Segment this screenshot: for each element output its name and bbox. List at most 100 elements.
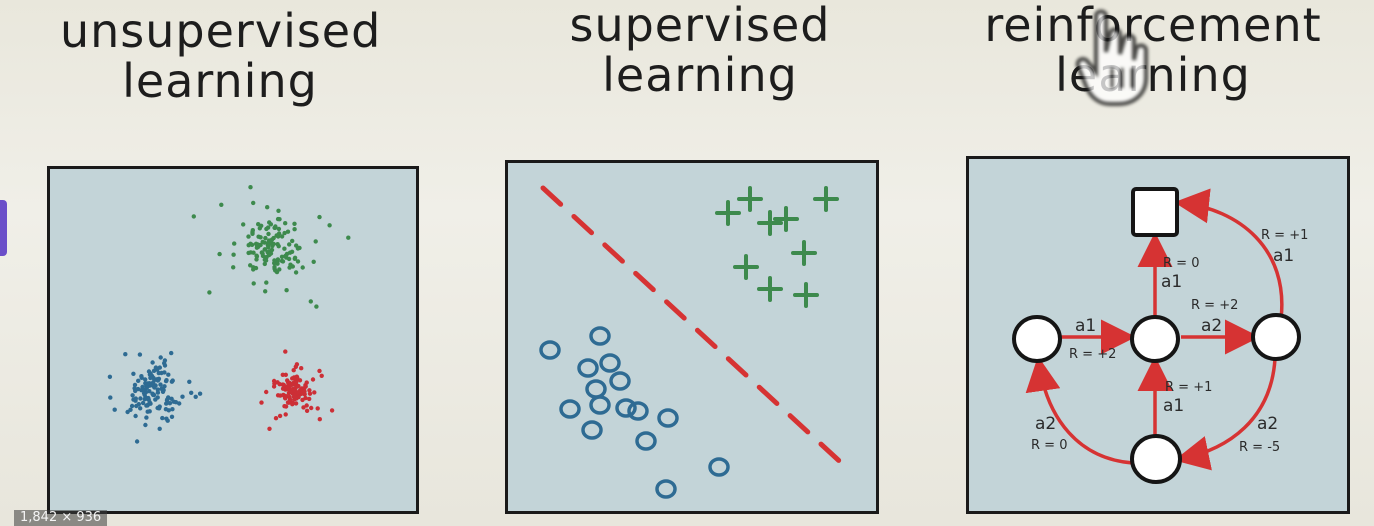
green-cluster-point	[292, 227, 297, 232]
blue-cluster-point	[141, 391, 147, 396]
plus-sample	[757, 276, 783, 302]
blue-cluster-point	[150, 360, 155, 365]
circle-sample	[615, 398, 637, 418]
plus-sample	[773, 206, 799, 232]
decision-boundary	[540, 185, 851, 472]
blue-cluster-point	[138, 406, 143, 411]
circle-sample	[708, 457, 730, 477]
blue-cluster-point	[169, 350, 174, 356]
mdp-diagram: R = +1 a1 R = 0 a1 R = +2 a2 a1 R = +2 R…	[1012, 187, 1308, 484]
green-cluster-point	[246, 234, 251, 239]
blue-cluster-point	[108, 395, 113, 400]
red-cluster-point	[291, 368, 296, 373]
blue-cluster-point	[157, 426, 162, 431]
circle-sample	[559, 399, 581, 419]
label-top-right-reward: R = +1	[1261, 228, 1308, 243]
blue-cluster-point	[138, 396, 143, 401]
red-cluster-point	[296, 383, 301, 389]
red-cluster-point	[304, 408, 310, 413]
red-cluster-point	[301, 405, 306, 410]
title-unsupervised-line2: learning	[122, 54, 318, 108]
green-cluster-point	[263, 255, 269, 261]
circle-sample	[657, 408, 679, 428]
green-cluster-point	[284, 288, 289, 293]
blue-cluster-point	[139, 375, 144, 380]
blue-cluster-point	[173, 400, 179, 405]
blue-cluster-point	[151, 380, 156, 385]
green-cluster-point	[263, 235, 268, 241]
image-size-badge: 1,842 × 936	[14, 510, 108, 526]
label-left-reward: R = +2	[1069, 347, 1116, 362]
blue-cluster-point	[133, 413, 138, 419]
blue-cluster-point	[146, 369, 152, 374]
plus-sample	[813, 186, 839, 212]
red-cluster-point	[293, 395, 298, 401]
state-right	[1251, 313, 1301, 361]
green-cluster-point	[250, 231, 255, 236]
blue-cluster-point	[187, 379, 192, 384]
red-cluster-point	[307, 391, 313, 396]
green-cluster-point	[267, 220, 272, 225]
green-cluster-point	[275, 261, 280, 266]
circle-sample	[585, 379, 607, 399]
green-cluster-point	[314, 304, 319, 309]
cluster-scatter	[107, 185, 351, 444]
blue-cluster-point	[130, 393, 135, 398]
blue-cluster-point	[123, 352, 128, 357]
supervised-panel	[505, 160, 879, 514]
blue-cluster-point	[112, 407, 117, 412]
blue-cluster-point	[137, 352, 143, 357]
red-cluster-point	[271, 384, 277, 389]
blue-cluster-point	[135, 386, 141, 392]
blue-cluster-point	[142, 397, 147, 402]
terminal-state	[1131, 187, 1179, 237]
green-cluster-point	[264, 280, 269, 285]
title-supervised: supervised learning	[560, 0, 840, 100]
green-cluster-point	[217, 251, 222, 257]
green-cluster-point	[259, 223, 264, 228]
red-cluster-point	[285, 380, 291, 385]
blue-cluster-point	[134, 439, 140, 444]
blue-cluster-point	[153, 397, 158, 402]
blue-cluster-point	[129, 403, 135, 409]
green-cluster-point	[207, 290, 212, 295]
title-unsupervised: unsupervised learning	[60, 6, 380, 106]
blue-cluster-point	[167, 401, 173, 406]
green-cluster-point	[272, 266, 277, 271]
red-cluster-point	[295, 375, 300, 380]
green-cluster-point	[279, 234, 285, 239]
red-cluster-point	[302, 389, 307, 394]
green-cluster-point	[300, 265, 305, 270]
circle-sample	[589, 395, 611, 415]
green-cluster-point	[248, 185, 253, 190]
red-cluster-point	[290, 400, 296, 405]
state-center	[1130, 315, 1180, 363]
green-cluster-point	[313, 239, 318, 244]
blue-cluster-point	[131, 371, 136, 376]
green-cluster-point	[287, 242, 292, 247]
red-cluster-point	[291, 388, 296, 393]
label-right-bottom-reward: R = -5	[1239, 440, 1280, 455]
blue-cluster-point	[162, 358, 168, 363]
title-supervised-line1: supervised	[569, 0, 831, 52]
red-cluster-point	[282, 404, 287, 409]
green-cluster-point	[284, 255, 289, 260]
blue-cluster-point	[146, 397, 151, 402]
green-cluster-point	[260, 239, 265, 245]
green-cluster-point	[268, 251, 274, 256]
blue-cluster-point	[152, 385, 157, 390]
red-cluster-point	[286, 400, 291, 405]
green-cluster-point	[327, 223, 332, 228]
green-cluster-point	[263, 289, 268, 294]
blue-cluster-point	[133, 396, 138, 401]
green-cluster-point	[246, 243, 251, 248]
label-mid-right-action: a2	[1201, 316, 1222, 336]
window-edge-tab	[0, 200, 7, 256]
red-cluster-point	[283, 349, 288, 354]
title-reinforcement-line2: learning	[1055, 48, 1251, 102]
green-cluster-point	[256, 234, 261, 239]
red-cluster-point	[296, 389, 301, 395]
label-top-right-action: a1	[1273, 246, 1294, 266]
circle-sample	[589, 326, 611, 346]
blue-cluster-point	[162, 370, 167, 375]
